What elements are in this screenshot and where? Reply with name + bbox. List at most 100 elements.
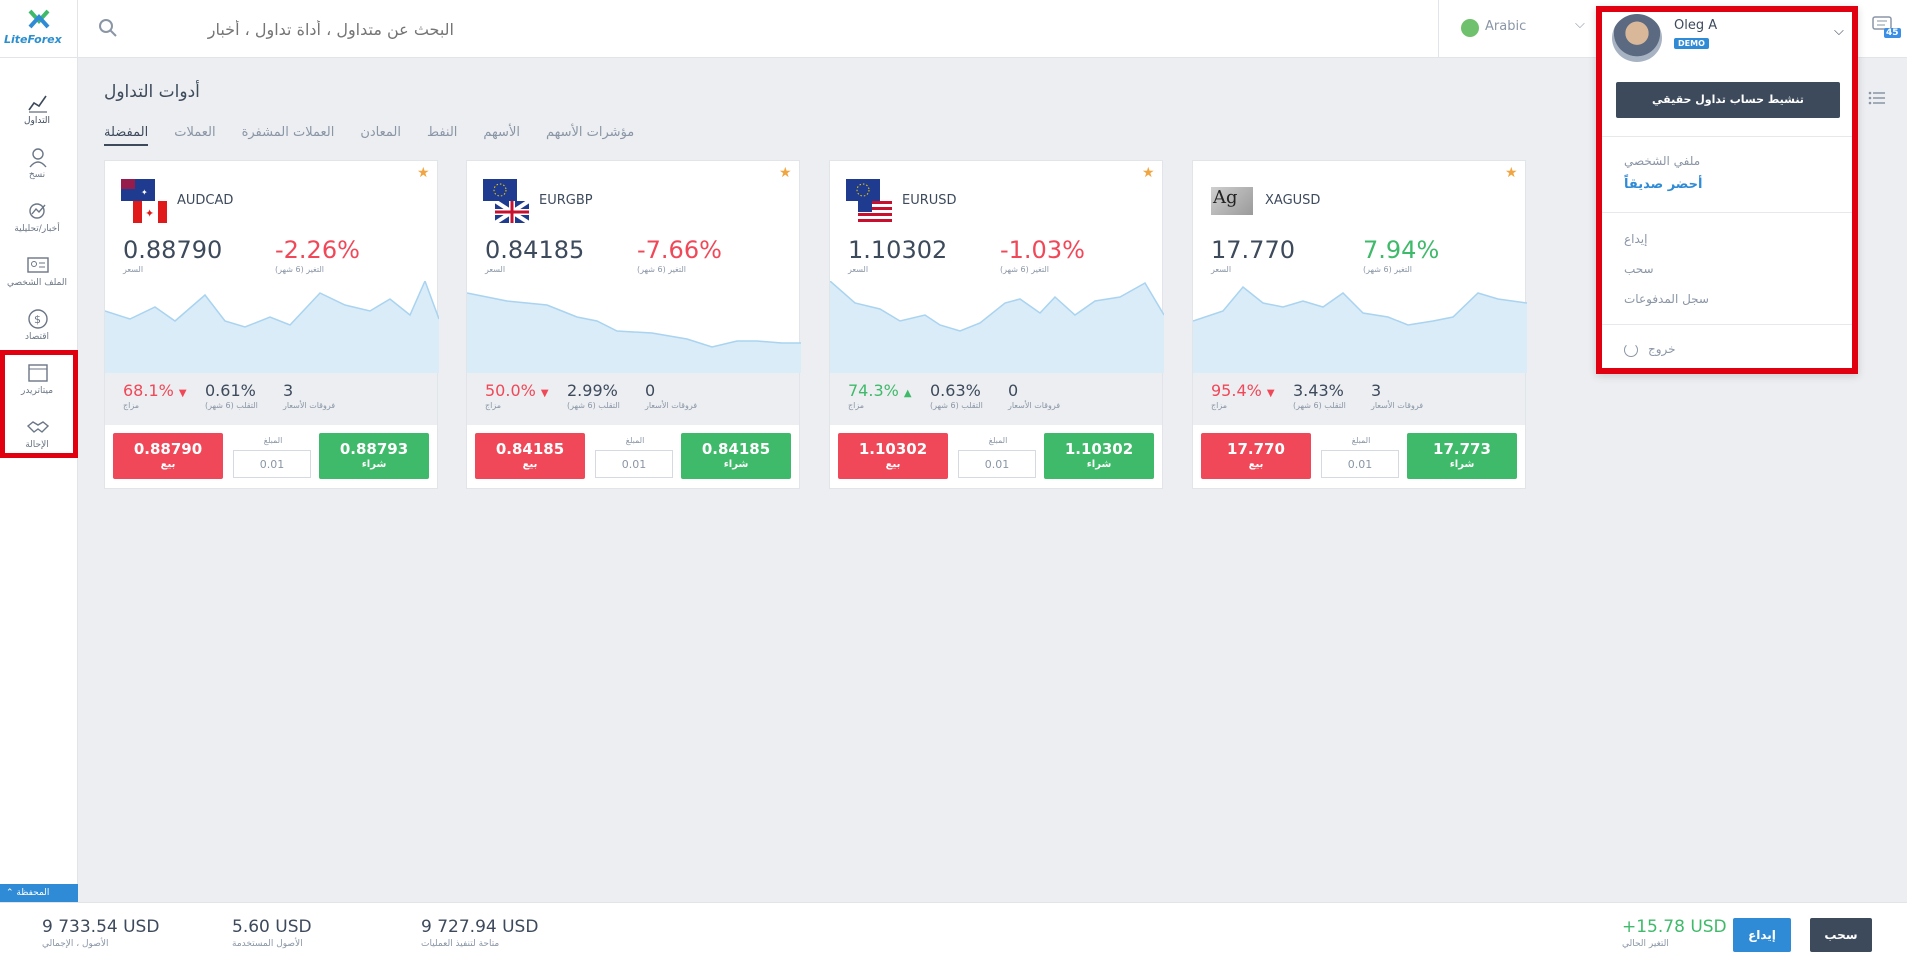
list-icon[interactable]	[1868, 90, 1886, 106]
menu-item-payment-history[interactable]: سجل المدفوعات	[1624, 292, 1709, 306]
spread-value: 0	[645, 381, 656, 400]
favorite-star-icon[interactable]: ★	[1505, 165, 1518, 181]
logo[interactable]: LiteForex	[0, 0, 78, 58]
instrument-card[interactable]: ★ ✦ ✦ AUDCAD 0.88790 السعر -2.26% التغير (6 شهر…	[104, 160, 439, 489]
sidebar-item-label: اقتصاد	[24, 332, 50, 342]
buy-button[interactable]: 1.10302 شراء	[1044, 433, 1154, 479]
volatility-label: التقلب (6 شهر)	[205, 401, 258, 410]
instrument-change: -7.66%	[637, 236, 722, 264]
withdraw-button[interactable]: سحب	[1810, 918, 1872, 952]
sparkline-chart	[467, 292, 801, 373]
instrument-card[interactable]: ★ EURUSD 1.10302 السعر -1.03% التغير (6 شهر) 7…	[829, 160, 1164, 489]
buy-label: شراء	[1449, 459, 1475, 470]
tab-indices[interactable]: مؤشرات الأسهم	[546, 125, 634, 144]
volatility-value: 3.43%	[1293, 381, 1344, 400]
amount-input[interactable]	[1321, 450, 1399, 478]
deposit-button[interactable]: إيداع	[1733, 918, 1791, 952]
tab-currencies[interactable]: العملات	[174, 125, 215, 144]
instrument-change: -2.26%	[275, 236, 360, 264]
sidebar-item-economy[interactable]: $ اقتصاد	[0, 304, 78, 356]
sell-button[interactable]: 0.88790 بيع	[113, 433, 223, 479]
sidebar-item-label: أخبار/تحليلية	[14, 224, 60, 234]
sparkline-chart	[830, 281, 1164, 373]
sentiment-stat: 74.3% ▲ مزاج	[848, 381, 912, 410]
divider	[1602, 324, 1852, 325]
highlight-box	[0, 350, 78, 458]
buy-label: شراء	[361, 459, 387, 470]
amount-label: المبلغ	[263, 436, 283, 445]
sidebar-item-news[interactable]: أخبار/تحليلية	[0, 196, 78, 248]
svg-text:✦: ✦	[145, 207, 154, 220]
brand-name: LiteForex	[4, 33, 62, 46]
current-change-value: +15.78 USD	[1622, 917, 1727, 937]
menu-item-invite-friend[interactable]: أحضر صديقاً	[1624, 177, 1702, 192]
chevron-down-icon[interactable]: ⌵	[1834, 24, 1844, 39]
instrument-change: 7.94%	[1363, 236, 1440, 264]
volatility-stat: 0.63% التقلب (6 شهر)	[930, 381, 983, 410]
sentiment-stat: 68.1% ▼ مزاج	[123, 381, 187, 410]
buy-button[interactable]: 0.84185 شراء	[681, 433, 791, 479]
amount-input[interactable]	[233, 450, 311, 478]
spread-stat: 3 فروقات الأسعار	[1371, 381, 1423, 410]
chart-icon	[28, 95, 47, 113]
power-icon	[1624, 342, 1638, 357]
total-assets: 9 733.54 USD الأصول ، الإجمالي	[42, 917, 159, 949]
buy-price: 0.84185	[701, 440, 771, 458]
used-assets-value: 5.60 USD	[232, 917, 312, 937]
spread-stat: 0 فروقات الأسعار	[645, 381, 697, 410]
menu-item-withdraw[interactable]: سحب	[1624, 262, 1654, 276]
tab-oil[interactable]: النفط	[427, 125, 457, 144]
logout-label: خروج	[1648, 342, 1676, 356]
instrument-card[interactable]: ★ EURGBP 0.84185 السعر -7.66% التغير (6 شهر) 5…	[466, 160, 801, 489]
change-label: التغير (6 شهر)	[637, 265, 686, 274]
language-selector[interactable]: Arabic ⌵	[1438, 0, 1598, 58]
tab-favorites[interactable]: المفضلة	[104, 125, 149, 146]
sidebar-item-trading[interactable]: التداول	[0, 88, 78, 140]
spread-value: 3	[283, 381, 294, 400]
sell-button[interactable]: 1.10302 بيع	[838, 433, 948, 479]
avatar[interactable]	[1612, 14, 1662, 62]
amount-input[interactable]	[595, 450, 673, 478]
search-input[interactable]	[124, 14, 454, 44]
menu-item-profile[interactable]: ملفي الشخصي	[1624, 154, 1700, 168]
menu-item-deposit[interactable]: إيداع	[1624, 232, 1647, 246]
svg-text:✦: ✦	[141, 188, 148, 197]
divider	[1602, 136, 1852, 137]
tab-crypto[interactable]: العملات المشفرة	[242, 125, 335, 144]
favorite-star-icon[interactable]: ★	[417, 165, 430, 181]
activate-real-account-button[interactable]: تنشيط حساب تداول حقيقي	[1616, 82, 1840, 118]
menu-item-logout[interactable]: خروج	[1624, 342, 1676, 357]
available-funds-value: 9 727.94 USD	[421, 917, 539, 937]
current-change: +15.78 USD التغير الحالي	[1622, 917, 1727, 949]
tab-stocks[interactable]: الأسهم	[483, 125, 520, 144]
canada-flag-icon: ✦	[133, 201, 167, 223]
silver-icon: Ag	[1211, 187, 1253, 215]
sell-label: بيع	[1248, 459, 1264, 470]
sentiment-arrow-icon: ▲	[903, 388, 912, 399]
messages-button[interactable]: 45	[1872, 16, 1901, 42]
instrument-symbol: XAGUSD	[1265, 193, 1321, 208]
favorite-star-icon[interactable]: ★	[1142, 165, 1155, 181]
used-assets-label: الأصول المستخدمة	[232, 939, 303, 949]
chevron-down-icon: ⌵	[1575, 17, 1585, 32]
portfolio-tab[interactable]: ⌃ المحفظة	[0, 884, 78, 902]
sell-price: 0.84185	[495, 440, 565, 458]
sidebar-item-copy[interactable]: نسخ	[0, 142, 78, 194]
tab-metals[interactable]: المعادن	[360, 125, 401, 144]
search-bar[interactable]	[92, 14, 692, 44]
sell-label: بيع	[522, 459, 538, 470]
sell-button[interactable]: 17.770 بيع	[1201, 433, 1311, 479]
volatility-value: 0.61%	[205, 381, 256, 400]
buy-button[interactable]: 0.88793 شراء	[319, 433, 429, 479]
price-label: السعر	[848, 265, 869, 274]
amount-input[interactable]	[958, 450, 1036, 478]
instrument-card[interactable]: ★ Ag XAGUSD 17.770 السعر 7.94% التغير (6 شهر) 9…	[1192, 160, 1527, 489]
sentiment-arrow-icon: ▼	[178, 388, 187, 399]
buy-button[interactable]: 17.773 شراء	[1407, 433, 1517, 479]
amount-label: المبلغ	[988, 436, 1008, 445]
sidebar-item-profile[interactable]: الملف الشخصي	[0, 250, 78, 302]
divider	[1602, 212, 1852, 213]
sentiment-label: مزاج	[123, 401, 140, 410]
favorite-star-icon[interactable]: ★	[779, 165, 792, 181]
sell-button[interactable]: 0.84185 بيع	[475, 433, 585, 479]
